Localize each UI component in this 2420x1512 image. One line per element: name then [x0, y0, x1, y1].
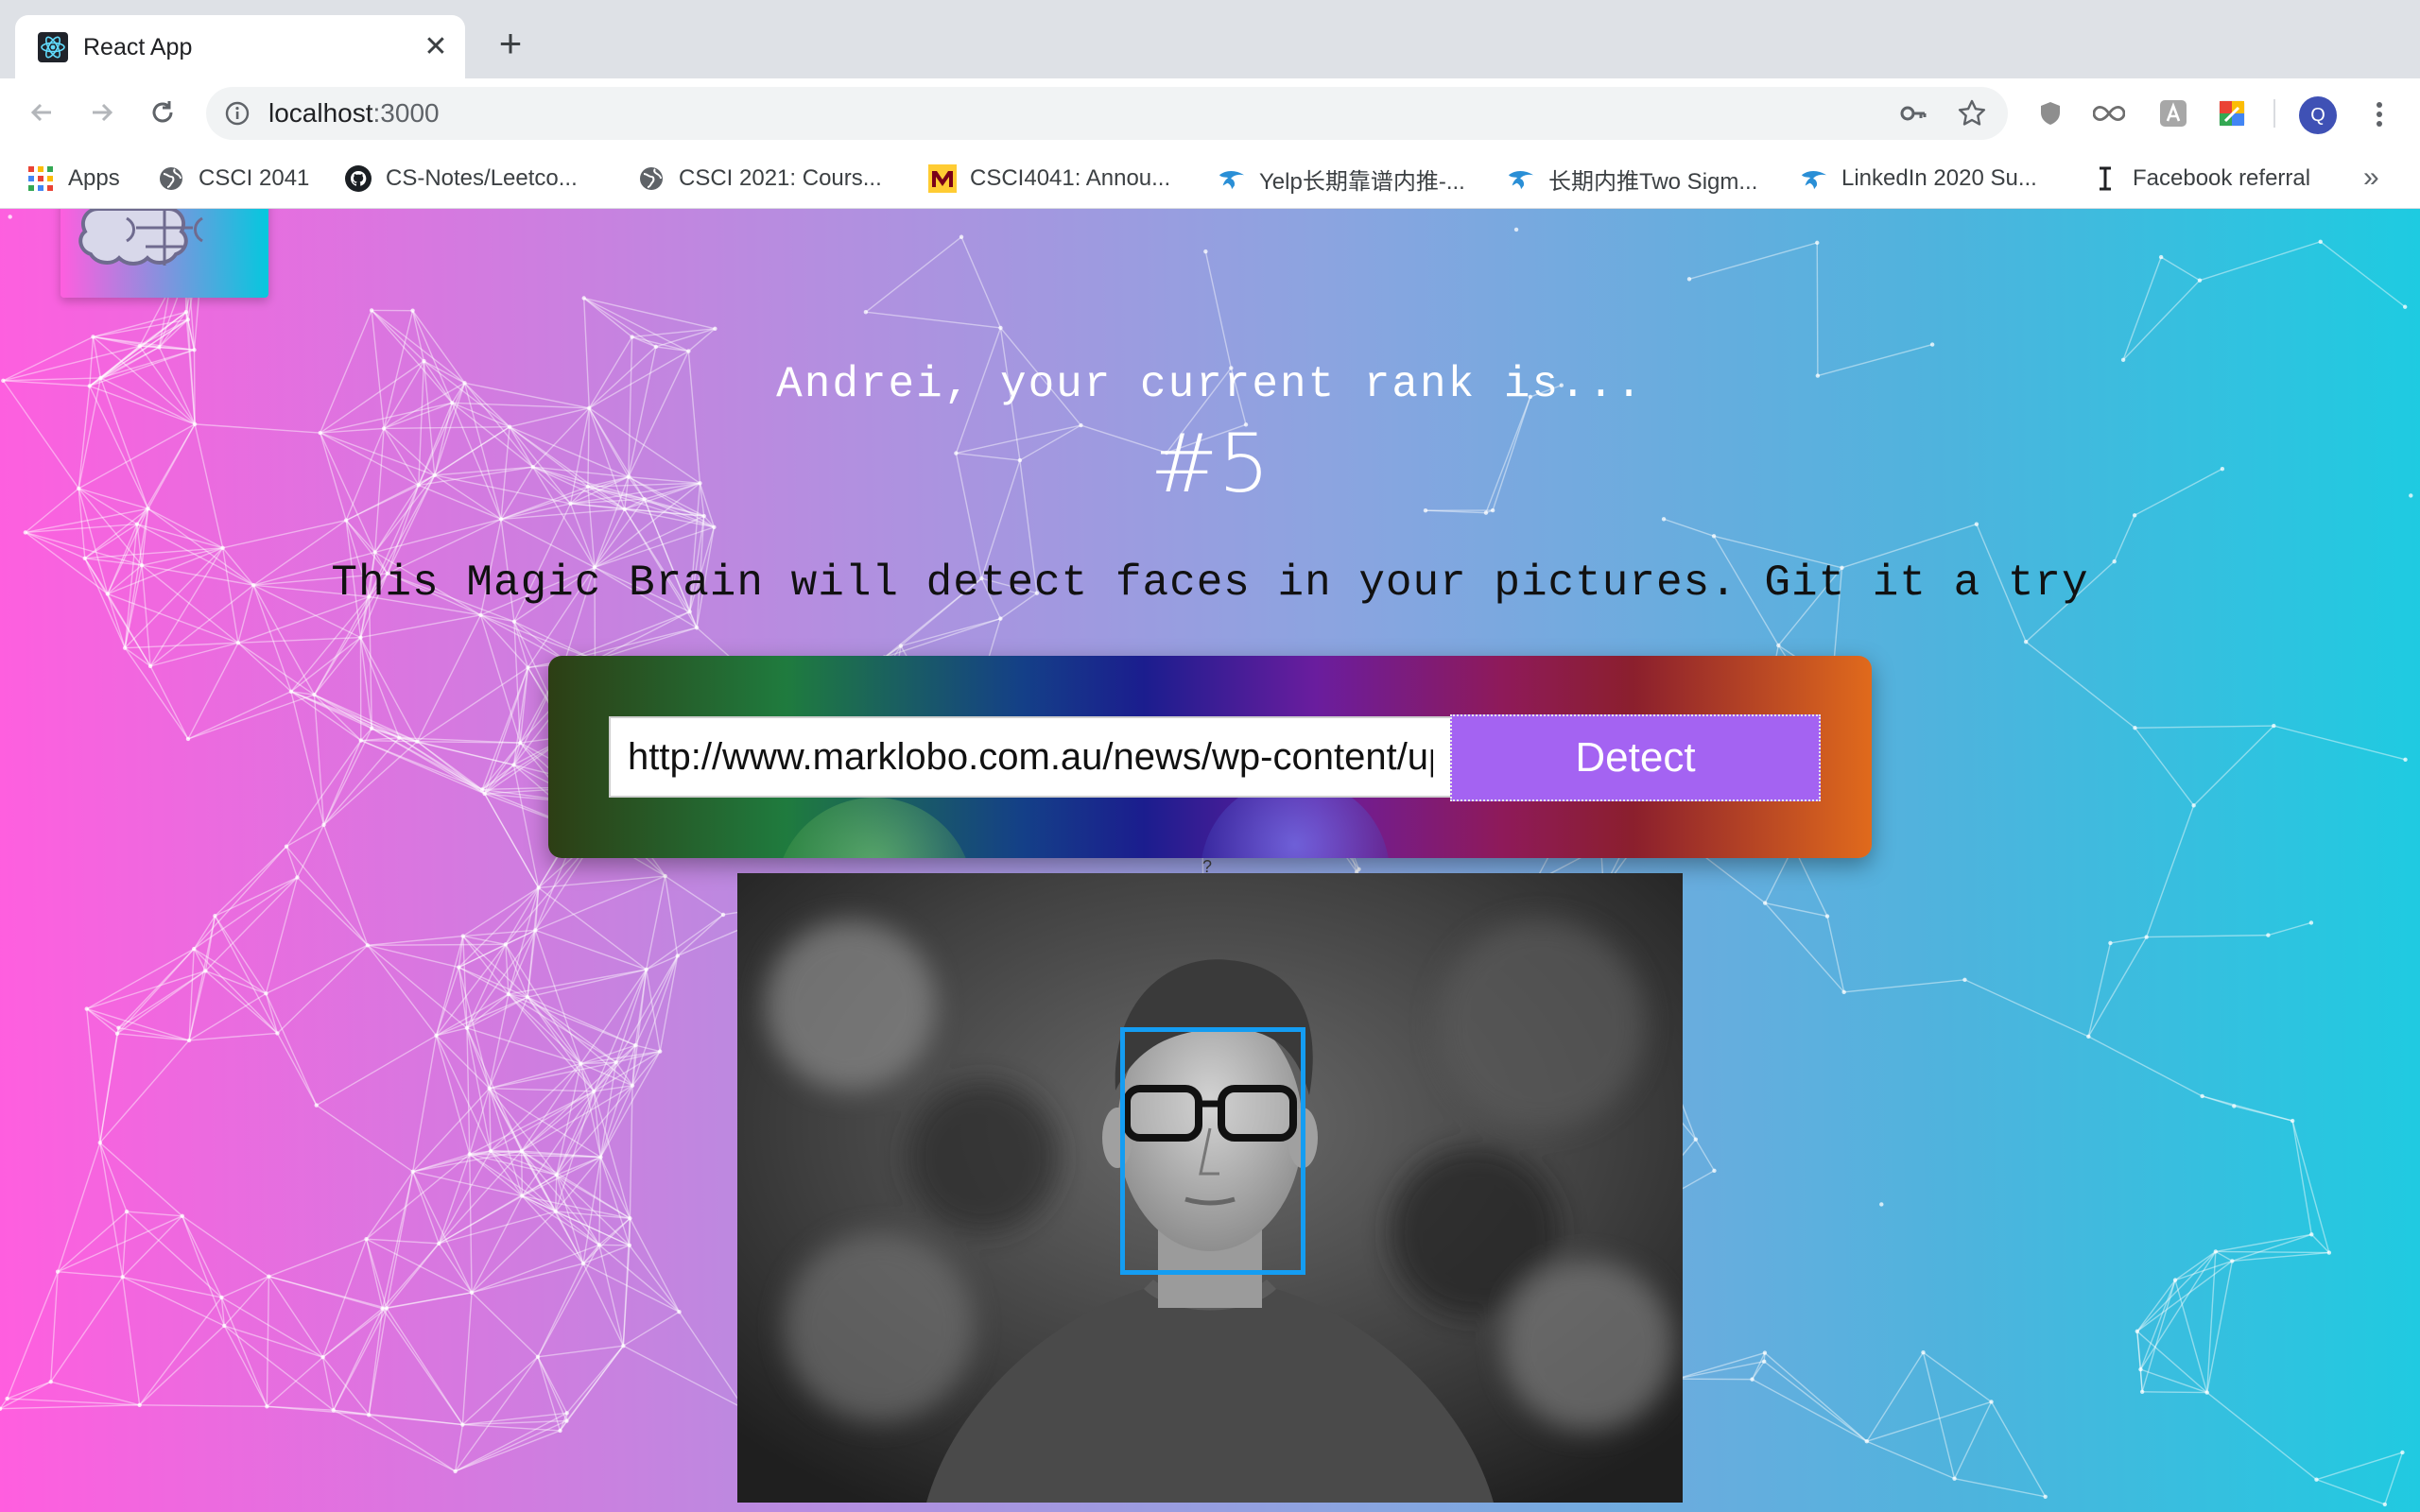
- decorative-bubble: [775, 798, 974, 858]
- info-icon[interactable]: [223, 99, 251, 128]
- image-link-form: Detect: [548, 656, 1872, 858]
- tab-title: React App: [83, 34, 193, 60]
- bookmark-label: LinkedIn 2020 Su...: [1841, 165, 2037, 191]
- browser-toolbar: localhost:3000 Q: [0, 78, 2420, 148]
- rank-value: #5: [1150, 417, 1270, 511]
- image-url-input[interactable]: [609, 716, 1452, 798]
- bookmark-facebook-referral[interactable]: Facebook referral: [2091, 148, 2310, 209]
- infinity-icon[interactable]: [2093, 97, 2125, 129]
- bookmarks-overflow-button[interactable]: »: [2363, 162, 2379, 194]
- bookmark-label: Apps: [68, 165, 120, 191]
- brain-logo[interactable]: [60, 209, 268, 298]
- bookmark-csci-2041[interactable]: CSCI 2041: [157, 148, 309, 209]
- bookmark-label: Yelp长期靠谱内推-...: [1259, 168, 1465, 195]
- star-icon[interactable]: [1957, 98, 1987, 129]
- page-tagline: This Magic Brain will detect faces in yo…: [331, 558, 2089, 608]
- bookmark-label: CSCI 2041: [199, 165, 310, 191]
- detect-button[interactable]: Detect: [1450, 714, 1821, 801]
- address-port: :3000: [372, 98, 440, 128]
- bookmark-apps[interactable]: Apps: [26, 148, 120, 209]
- brain-icon: [78, 209, 203, 266]
- forward-button[interactable]: [79, 90, 125, 135]
- arrow-left-icon: [30, 103, 51, 122]
- bookmark-label: CS-Notes/Leetco...: [386, 165, 578, 191]
- bookmark-yelp[interactable]: Yelp长期靠谱内推-...: [1218, 148, 1465, 209]
- umn-icon: [928, 164, 957, 193]
- more-menu-icon[interactable]: [2363, 95, 2395, 133]
- github-icon: [344, 164, 372, 193]
- bookmark-cs-notes[interactable]: CS-Notes/Leetco...: [344, 148, 578, 209]
- bookmark-csci4041[interactable]: CSCI4041: Annou...: [928, 148, 1170, 209]
- back-button[interactable]: [19, 90, 64, 135]
- apps-grid-icon: [26, 164, 55, 193]
- reload-button[interactable]: [140, 90, 185, 135]
- rank-message: Andrei, your current rank is...: [776, 360, 1644, 409]
- toolbar-separator: [2273, 99, 2275, 128]
- bird-icon: [1800, 164, 1828, 193]
- bookmark-label: 长期内推Two Sigm...: [1548, 168, 1758, 195]
- reload-icon: [152, 101, 173, 123]
- bookmark-label: CSCI 2021: Cours...: [679, 165, 882, 191]
- translate-extension-icon[interactable]: [2157, 97, 2189, 129]
- new-tab-button[interactable]: +: [492, 24, 529, 63]
- globe-icon: [157, 164, 185, 193]
- bird-icon: [1218, 164, 1246, 193]
- bookmark-csci-2021[interactable]: CSCI 2021: Cours...: [637, 148, 882, 209]
- bookmark-label: Facebook referral: [2133, 165, 2311, 191]
- address-bar[interactable]: localhost:3000: [206, 87, 2008, 140]
- tab-strip: React App ✕ +: [0, 0, 2420, 78]
- key-icon[interactable]: [1898, 98, 1928, 129]
- face-bounding-box: [1120, 1027, 1305, 1275]
- input-image: [737, 873, 1683, 1503]
- bookmark-label: CSCI4041: Annou...: [970, 165, 1171, 191]
- address-text: localhost:3000: [268, 99, 440, 128]
- bookmark-linkedin[interactable]: LinkedIn 2020 Su...: [1800, 148, 2037, 209]
- browser-tab[interactable]: React App ✕: [15, 15, 465, 78]
- arrow-right-icon: [93, 103, 113, 122]
- shield-icon[interactable]: [2034, 97, 2066, 129]
- text-cursor-icon: [2091, 164, 2119, 193]
- globe-icon: [637, 164, 666, 193]
- bookmarks-bar: Apps CSCI 2041 CS-Notes/Leetco... CSCI 2…: [0, 148, 2420, 209]
- bird-icon: [1507, 164, 1535, 193]
- close-tab-icon[interactable]: ✕: [420, 31, 452, 63]
- app-page: Andrei, your current rank is... #5 This …: [0, 209, 2420, 1512]
- address-host: localhost: [268, 98, 373, 128]
- color-picker-extension-icon[interactable]: [2216, 97, 2248, 129]
- bookmark-two-sigma[interactable]: 长期内推Two Sigm...: [1507, 148, 1757, 209]
- profile-avatar[interactable]: Q: [2299, 96, 2337, 134]
- react-logo-icon: [38, 32, 68, 62]
